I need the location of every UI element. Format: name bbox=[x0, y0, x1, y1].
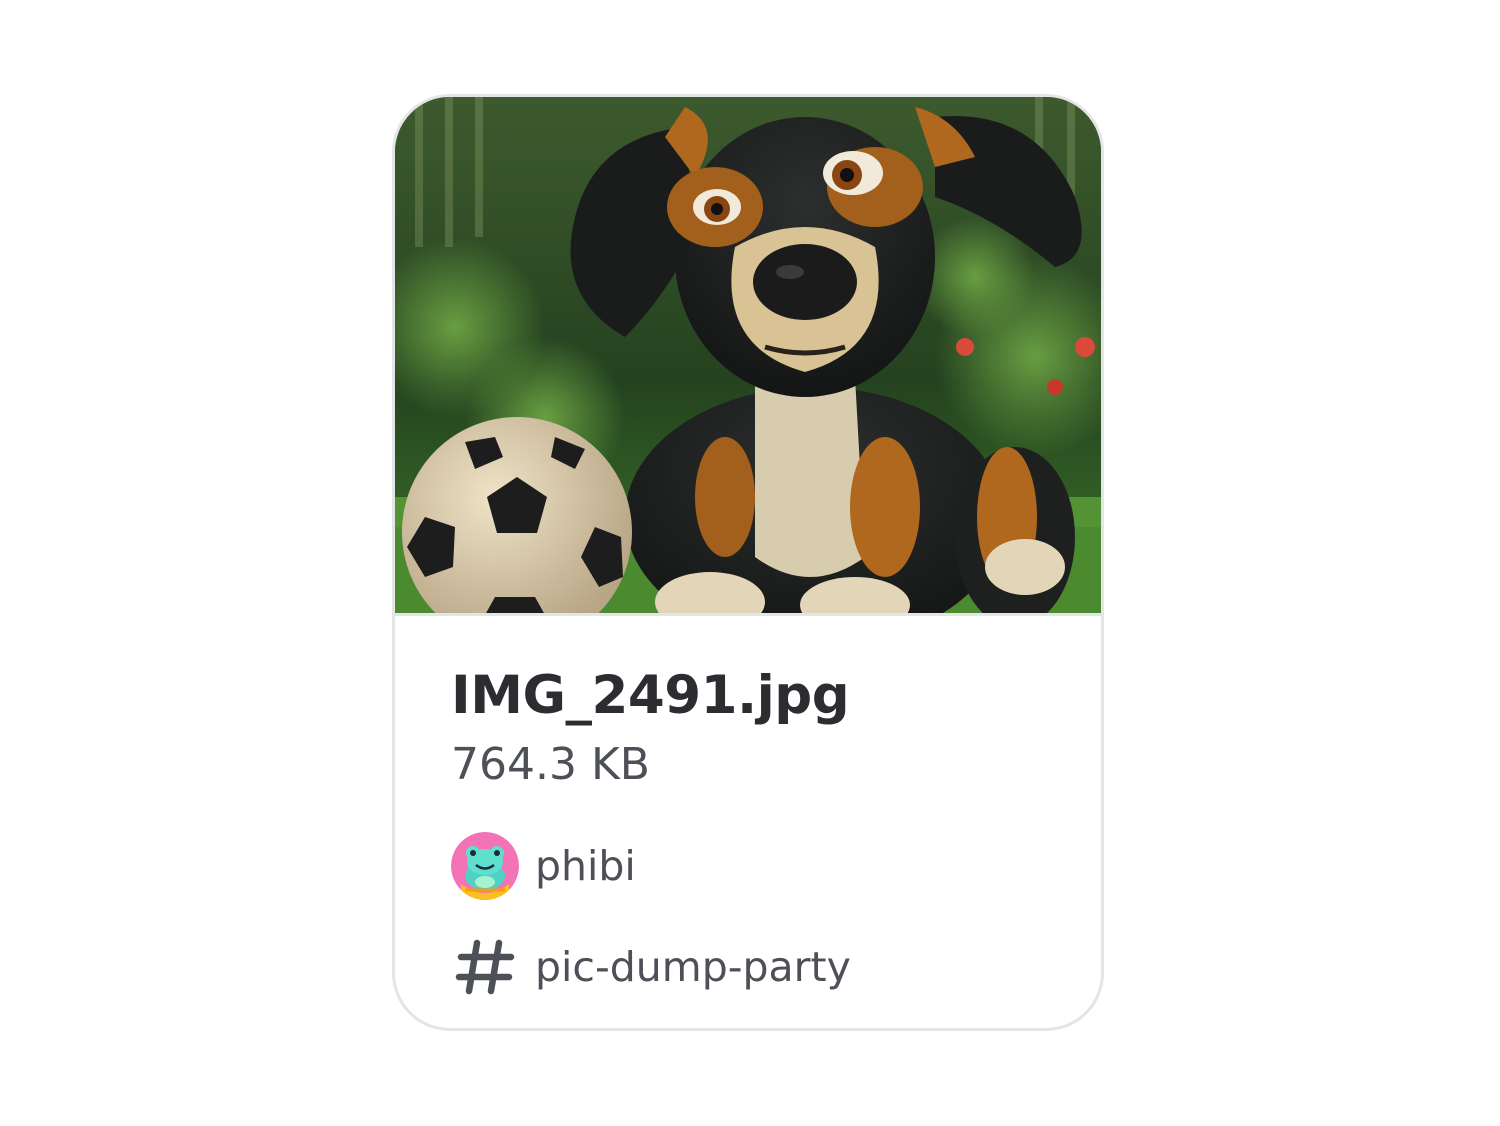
uploader-name[interactable]: phibi bbox=[535, 842, 636, 890]
frog-avatar-icon[interactable] bbox=[451, 832, 519, 900]
channel-row[interactable]: pic-dump-party bbox=[451, 933, 851, 1001]
file-name[interactable]: IMG_2491.jpg bbox=[451, 665, 850, 726]
file-attachment-card[interactable]: IMG_2491.jpg 764.3 KB phibi pic-dump-par… bbox=[392, 94, 1104, 1031]
channel-name[interactable]: pic-dump-party bbox=[535, 943, 851, 991]
dog-photo bbox=[395, 97, 1101, 615]
file-size: 764.3 KB bbox=[451, 739, 650, 790]
hash-icon bbox=[451, 933, 519, 1001]
attachment-image[interactable] bbox=[395, 97, 1101, 615]
divider bbox=[395, 613, 1101, 616]
uploader-row[interactable]: phibi bbox=[451, 832, 636, 900]
